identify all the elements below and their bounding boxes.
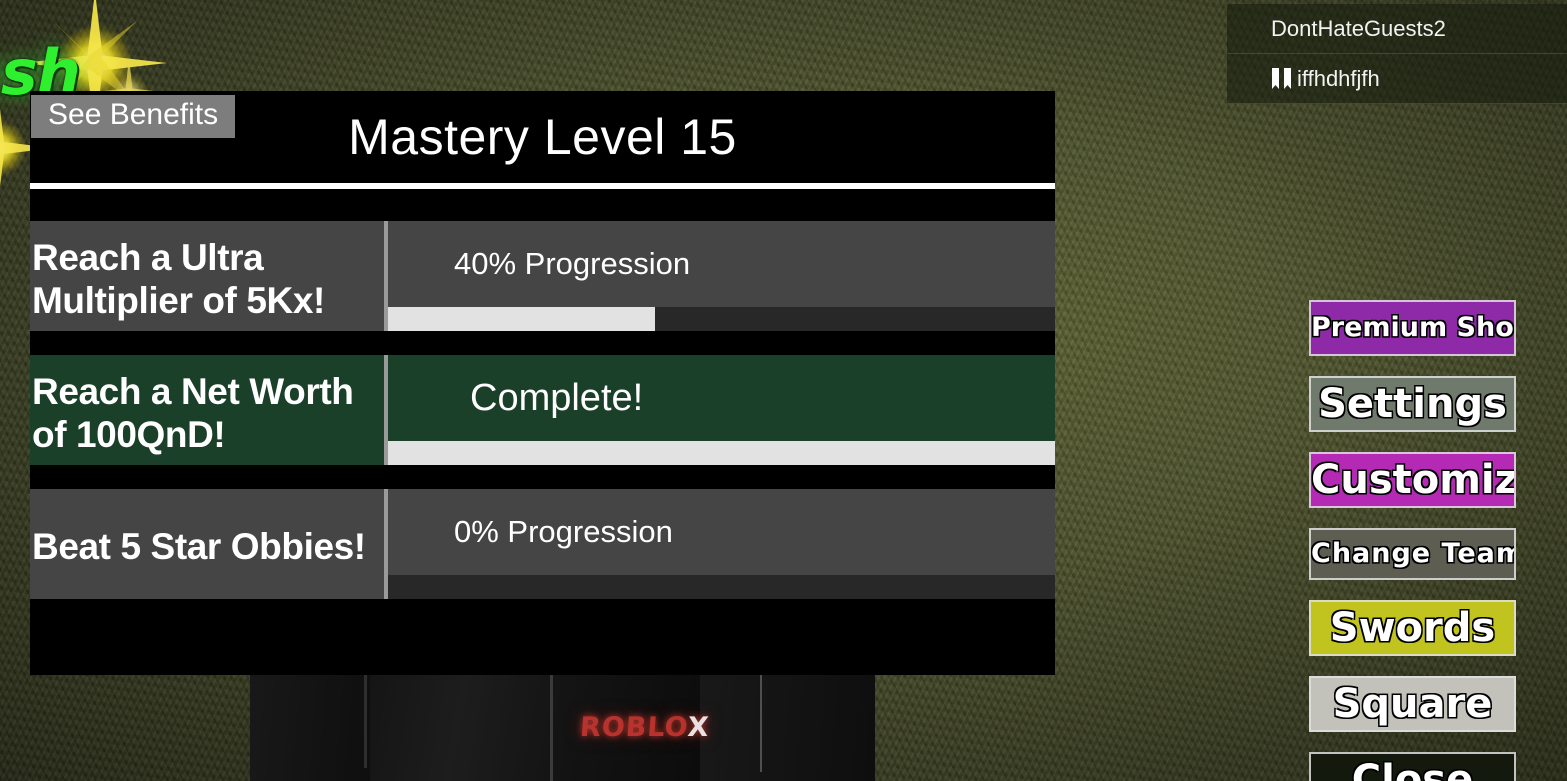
close-button[interactable]: Close <box>1309 752 1516 781</box>
progress-bar-fill <box>388 307 655 331</box>
progress-bar-track <box>388 307 1055 331</box>
quest-row[interactable]: Reach a Ultra Multiplier of 5Kx! 40% Pro… <box>30 221 1055 331</box>
side-button-menu: Premium Shop! Settings Customize Change … <box>1309 300 1516 781</box>
progress-bar-track <box>388 441 1055 465</box>
page-title: Mastery Level 15 <box>348 109 737 165</box>
mastery-panel: Mastery Level 15 Reach a Ultra Multiplie… <box>30 91 1055 675</box>
header-spacer <box>30 189 1055 221</box>
player-name: iffhdhfjfh <box>1297 65 1380 91</box>
swords-button[interactable]: Swords <box>1309 600 1516 656</box>
quest-progress-area: 40% Progression <box>388 221 1055 331</box>
quest-label: Beat 5 Star Obbies! <box>30 489 388 599</box>
shirt-logo-accent: X <box>686 712 711 743</box>
quest-label-text: Reach a Ultra Multiplier of 5Kx! <box>32 236 325 321</box>
player-name: DontHateGuests2 <box>1271 15 1446 41</box>
quest-status-text: 40% Progression <box>454 246 691 281</box>
quest-label: Reach a Net Worth of 100QnD! <box>30 355 388 465</box>
player-list: DontHateGuests2 iffhdhfjfh <box>1227 4 1567 104</box>
settings-button[interactable]: Settings <box>1309 376 1516 432</box>
quest-status-text: Complete! <box>470 376 644 419</box>
premium-shop-button[interactable]: Premium Shop! <box>1309 300 1516 356</box>
quest-label-text: Reach a Net Worth of 100QnD! <box>32 370 354 455</box>
change-team-button[interactable]: Change Team <box>1309 528 1516 580</box>
game-screen: ROBLOX ash Mastery Level 15 <box>0 0 1567 781</box>
player-list-item[interactable]: DontHateGuests2 <box>1227 4 1567 54</box>
quest-label-text: Beat 5 Star Obbies! <box>32 526 366 568</box>
quest-status-text: 0% Progression <box>454 514 673 549</box>
see-benefits-button[interactable]: See Benefits <box>31 95 236 138</box>
row-spacer <box>30 331 1055 355</box>
quest-row[interactable]: Reach a Net Worth of 100QnD! Complete! <box>30 355 1055 465</box>
customize-button[interactable]: Customize <box>1309 452 1516 508</box>
bookmark-icon <box>1271 67 1292 91</box>
quest-row[interactable]: Beat 5 Star Obbies! 0% Progression <box>30 489 1055 599</box>
square-button[interactable]: Square <box>1309 676 1516 732</box>
row-spacer <box>30 465 1055 489</box>
shirt-logo-text: ROBLO <box>578 712 689 743</box>
quest-label: Reach a Ultra Multiplier of 5Kx! <box>30 221 388 331</box>
quest-progress-area: 0% Progression <box>388 489 1055 599</box>
progress-bar-track <box>388 575 1055 599</box>
quest-progress-area: Complete! <box>388 355 1055 465</box>
progress-bar-fill <box>388 441 1055 465</box>
panel-footer <box>30 599 1055 639</box>
avatar-shirt-logo: ROBLOX <box>579 712 711 743</box>
player-list-item[interactable]: iffhdhfjfh <box>1227 54 1567 104</box>
